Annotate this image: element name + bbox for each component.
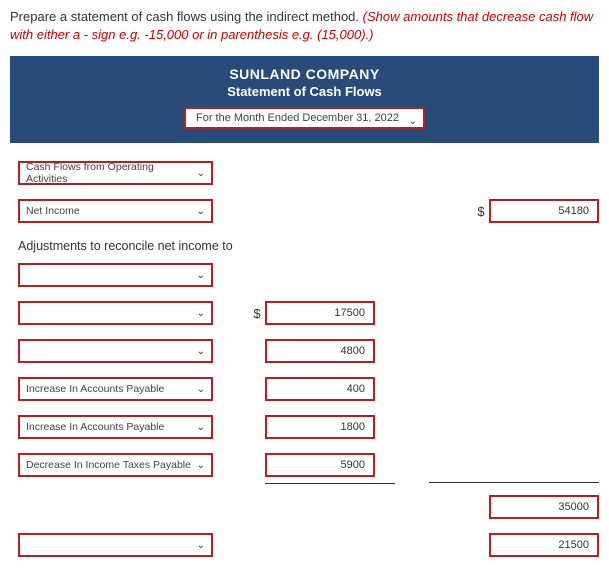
- value-input[interactable]: 1800: [265, 415, 375, 439]
- row-section-header: Cash Flows from Operating Activities ⌄: [18, 161, 599, 185]
- dollar-sign: $: [249, 306, 265, 321]
- input-value: 5900: [341, 459, 365, 471]
- value-input[interactable]: 4800: [265, 339, 375, 363]
- adjustments-label: Adjustments to reconcile net income to: [18, 237, 599, 263]
- instruction-main: Prepare a statement of cash flows using …: [10, 9, 363, 24]
- row-total: ⌄ 21500: [18, 533, 599, 557]
- dropdown-value: Decrease In Income Taxes Payable: [26, 459, 191, 471]
- row-adjustment-2: ⌄ $ 17500: [18, 301, 599, 325]
- chevron-down-icon: ⌄: [197, 270, 205, 281]
- period-dropdown[interactable]: For the Month Ended December 31, 2022 ⌄: [184, 107, 425, 129]
- value-input[interactable]: 21500: [489, 533, 599, 557]
- row-adjustment-6: Decrease In Income Taxes Payable ⌄ 5900: [18, 453, 599, 477]
- input-value: 17500: [334, 307, 365, 319]
- input-value: 21500: [558, 539, 589, 551]
- form-content: Cash Flows from Operating Activities ⌄ N…: [0, 143, 609, 581]
- input-value: 400: [347, 383, 365, 395]
- chevron-down-icon: ⌄: [197, 346, 205, 357]
- statement-title: Statement of Cash Flows: [10, 84, 599, 99]
- value-input[interactable]: 54180: [489, 199, 599, 223]
- line-dropdown[interactable]: ⌄: [18, 339, 213, 363]
- dollar-sign: $: [473, 204, 489, 219]
- input-value: 4800: [341, 345, 365, 357]
- chevron-down-icon: ⌄: [197, 308, 205, 319]
- line-dropdown[interactable]: Decrease In Income Taxes Payable ⌄: [18, 453, 213, 477]
- line-dropdown[interactable]: ⌄: [18, 533, 213, 557]
- chevron-down-icon: ⌄: [197, 384, 205, 395]
- row-adjustment-3: ⌄ 4800: [18, 339, 599, 363]
- section-dropdown[interactable]: Cash Flows from Operating Activities ⌄: [18, 161, 213, 185]
- row-adjustment-5: Increase In Accounts Payable ⌄ 1800: [18, 415, 599, 439]
- chevron-down-icon: ⌄: [197, 168, 205, 179]
- company-name: SUNLAND COMPANY: [10, 66, 599, 82]
- dropdown-value: Increase In Accounts Payable: [26, 383, 164, 395]
- value-input[interactable]: 5900: [265, 453, 375, 477]
- line-dropdown[interactable]: Increase In Accounts Payable ⌄: [18, 415, 213, 439]
- chevron-down-icon: ⌄: [197, 206, 205, 217]
- line-dropdown[interactable]: ⌄: [18, 301, 213, 325]
- value-input[interactable]: 400: [265, 377, 375, 401]
- dropdown-value: Net Income: [26, 205, 80, 217]
- chevron-down-icon: ⌄: [409, 113, 417, 131]
- value-input[interactable]: 35000: [489, 495, 599, 519]
- dropdown-value: Cash Flows from Operating Activities: [26, 161, 197, 185]
- input-value: 1800: [341, 421, 365, 433]
- line-dropdown[interactable]: ⌄: [18, 263, 213, 287]
- input-value: 54180: [558, 205, 589, 217]
- row-adjustment-4: Increase In Accounts Payable ⌄ 400: [18, 377, 599, 401]
- line-dropdown[interactable]: Increase In Accounts Payable ⌄: [18, 377, 213, 401]
- subtotal-underline: [265, 483, 395, 484]
- row-net-income: Net Income ⌄ $ 54180: [18, 199, 599, 223]
- dropdown-value: Increase In Accounts Payable: [26, 421, 164, 433]
- value-input[interactable]: 17500: [265, 301, 375, 325]
- line-dropdown[interactable]: Net Income ⌄: [18, 199, 213, 223]
- instructions-text: Prepare a statement of cash flows using …: [0, 0, 609, 48]
- chevron-down-icon: ⌄: [197, 422, 205, 433]
- chevron-down-icon: ⌄: [197, 460, 205, 471]
- row-adjustment-1: ⌄: [18, 263, 599, 287]
- chevron-down-icon: ⌄: [197, 540, 205, 551]
- period-value: For the Month Ended December 31, 2022: [196, 112, 399, 124]
- row-subtotal: 35000: [18, 495, 599, 519]
- input-value: 35000: [558, 501, 589, 513]
- statement-header: SUNLAND COMPANY Statement of Cash Flows …: [10, 56, 599, 143]
